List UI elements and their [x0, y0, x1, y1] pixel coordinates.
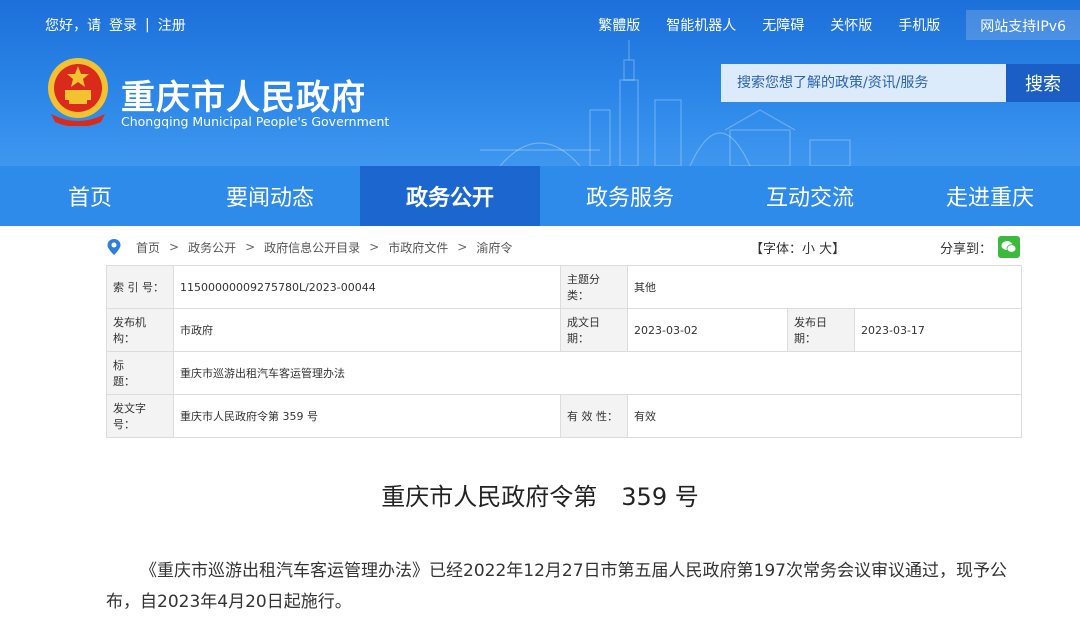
- nav-interaction[interactable]: 互动交流: [720, 166, 900, 226]
- index-number-label: 索 引 号：: [106, 265, 174, 309]
- document-info-table: 索 引 号： 11500000009275780L/2023-00044 主题分…: [106, 265, 1022, 438]
- separator: |: [145, 17, 150, 33]
- written-date-label: 成文日期：: [560, 308, 628, 352]
- utility-links: 繁體版 智能机器人 无障碍 关怀版 手机版 网站支持IPv6: [598, 10, 1080, 40]
- breadcrumb: 首页 > 政务公开 > 政府信息公开目录 > 市政府文件 > 渝府令 【字体：小…: [106, 236, 1022, 258]
- national-emblem-icon: [48, 58, 108, 126]
- written-date-value: 2023-03-02: [627, 308, 788, 352]
- nav-services[interactable]: 政务服务: [540, 166, 720, 226]
- breadcrumb-separator: >: [457, 240, 468, 254]
- breadcrumb-info-directory[interactable]: 政府信息公开目录: [264, 239, 360, 256]
- validity-label: 有 效 性：: [560, 394, 628, 438]
- title-label: 标 题：: [106, 351, 174, 395]
- breadcrumb-municipal-documents[interactable]: 市政府文件: [388, 239, 448, 256]
- table-row: 发布机构： 市政府 成文日期： 2023-03-02 发布日期： 2023-03…: [106, 308, 1022, 352]
- accessibility-link[interactable]: 无障碍: [762, 15, 804, 35]
- nav-about-chongqing[interactable]: 走进重庆: [900, 166, 1080, 226]
- elderly-care-link[interactable]: 关怀版: [830, 15, 872, 35]
- login-link[interactable]: 登录: [109, 15, 137, 35]
- search-input[interactable]: [737, 75, 1006, 91]
- breadcrumb-separator: >: [169, 240, 180, 254]
- published-date-value: 2023-03-17: [854, 308, 1022, 352]
- site-header: 您好，请 登录 | 注册 繁體版 智能机器人 无障碍 关怀版 手机版 网站支持I…: [0, 0, 1080, 166]
- font-size-control[interactable]: 【字体：小 大】: [750, 238, 845, 257]
- site-title-english: Chongqing Municipal People's Government: [121, 114, 390, 129]
- site-title[interactable]: 重庆市人民政府: [121, 70, 366, 119]
- validity-value: 有效: [627, 394, 1022, 438]
- main-nav: 首页 要闻动态 政务公开 政务服务 互动交流 走进重庆: [0, 166, 1080, 226]
- city-skyline-decoration: [480, 40, 851, 166]
- document-number-label: 发文字号：: [106, 394, 174, 438]
- nav-government-affairs[interactable]: 政务公开: [360, 166, 540, 226]
- smart-robot-link[interactable]: 智能机器人: [666, 15, 736, 35]
- breadcrumb-home[interactable]: 首页: [136, 239, 160, 256]
- table-row: 标 题： 重庆市巡游出租汽车客运管理办法: [106, 351, 1022, 395]
- share-bar: 分享到：: [940, 236, 1021, 258]
- nav-home[interactable]: 首页: [0, 166, 180, 226]
- table-row: 发文字号： 重庆市人民政府令第 359 号 有 效 性： 有效: [106, 394, 1022, 438]
- login-register-bar: 您好，请 登录 | 注册: [45, 15, 186, 35]
- breadcrumb-separator: >: [369, 240, 380, 254]
- table-row: 索 引 号： 11500000009275780L/2023-00044 主题分…: [106, 265, 1022, 309]
- published-date-label: 发布日期：: [787, 308, 855, 352]
- topic-value: 其他: [627, 265, 1022, 309]
- search-box: [721, 64, 1006, 102]
- breadcrumb-separator: >: [245, 240, 256, 254]
- document-title: 重庆市人民政府令第 359 号: [381, 483, 699, 511]
- mobile-version-link[interactable]: 手机版: [898, 15, 940, 35]
- document-number-value: 重庆市人民政府令第 359 号: [173, 394, 561, 438]
- ipv6-support-badge: 网站支持IPv6: [966, 10, 1080, 40]
- greeting-text: 您好，请: [45, 18, 101, 34]
- share-label: 分享到：: [940, 241, 993, 257]
- title-value: 重庆市巡游出租汽车客运管理办法: [173, 351, 1022, 395]
- search-button[interactable]: 搜索: [1006, 64, 1080, 102]
- breadcrumb-government-affairs[interactable]: 政务公开: [188, 239, 236, 256]
- topic-label: 主题分类：: [560, 265, 628, 309]
- issuer-label: 发布机构：: [106, 308, 174, 352]
- nav-news[interactable]: 要闻动态: [180, 166, 360, 226]
- register-link[interactable]: 注册: [158, 15, 186, 35]
- document-paragraph: 《重庆市巡游出租汽车客运管理办法》已经2022年12月27日市第五届人民政府第1…: [106, 561, 1007, 612]
- breadcrumb-decrees[interactable]: 渝府令: [476, 239, 512, 256]
- index-number-value: 11500000009275780L/2023-00044: [173, 265, 561, 309]
- wechat-share-icon[interactable]: [998, 236, 1021, 258]
- traditional-chinese-link[interactable]: 繁體版: [598, 15, 640, 35]
- location-pin-icon: [107, 239, 121, 255]
- issuer-value: 市政府: [173, 308, 561, 352]
